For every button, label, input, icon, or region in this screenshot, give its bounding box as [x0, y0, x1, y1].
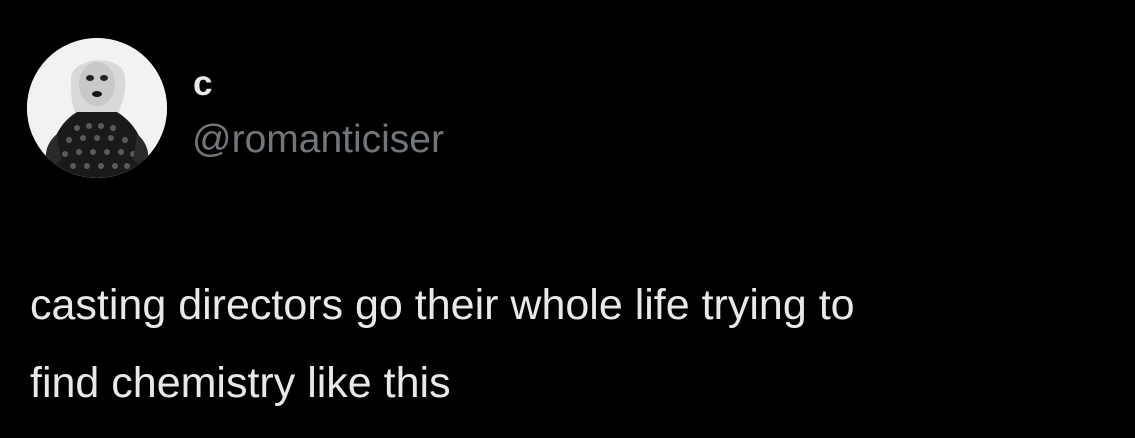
avatar-photo-icon [27, 38, 167, 178]
author-display-name[interactable]: c [193, 64, 212, 104]
tweet-text-line-1: casting directors go their whole life tr… [30, 281, 855, 329]
author-avatar[interactable] [27, 38, 167, 178]
author-handle[interactable]: @romanticiser [192, 116, 444, 164]
tweet-text: casting directors go their whole life tr… [30, 266, 1120, 422]
tweet-text-line-2: find chemistry like this [30, 359, 451, 407]
tweet-card: c @romanticiser casting directors go the… [0, 0, 1135, 438]
